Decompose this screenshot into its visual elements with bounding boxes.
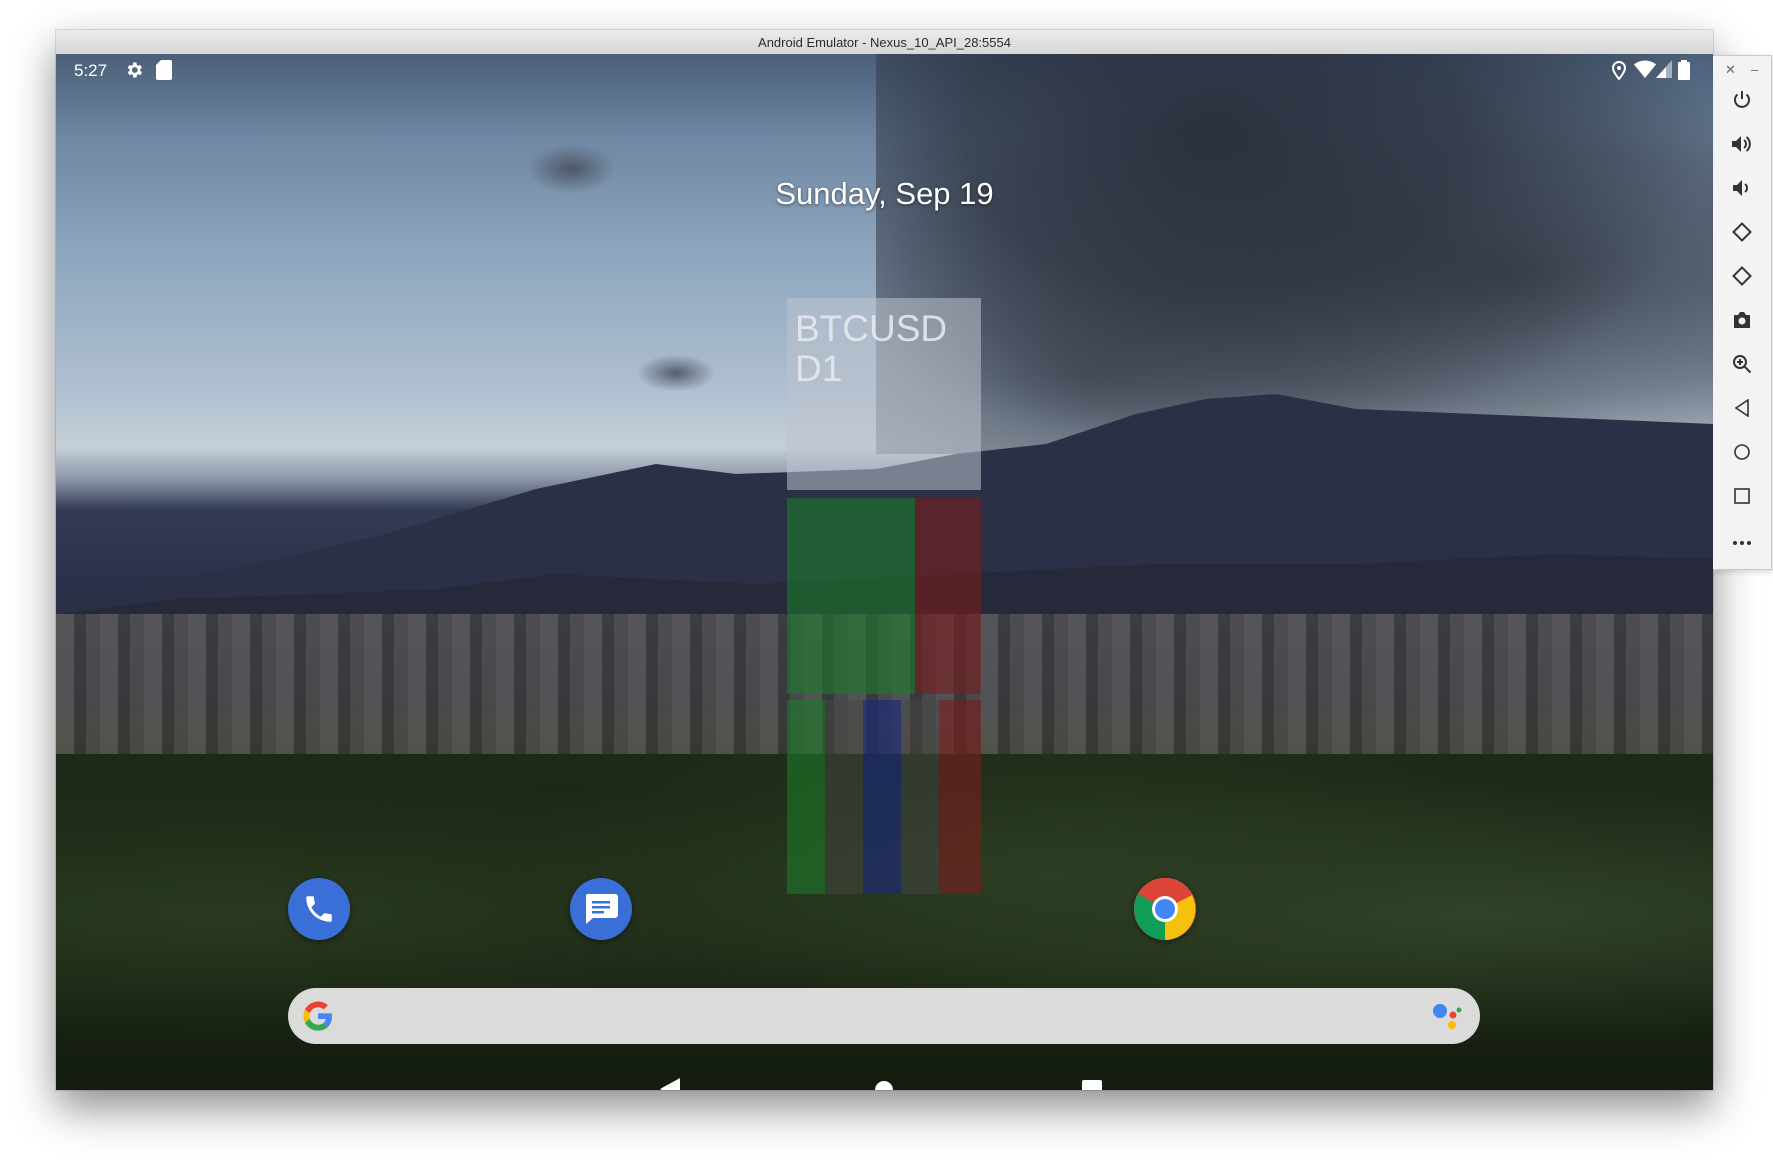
signal-icon [1656, 60, 1672, 83]
emulator-toolbar: ✕ – [1713, 55, 1772, 570]
screenshot-button[interactable] [1713, 304, 1771, 340]
widget-timeframe: D1 [795, 348, 843, 389]
back-icon [1734, 398, 1750, 422]
volume-up-button[interactable] [1713, 128, 1771, 164]
camera-icon [1732, 311, 1752, 334]
widget-symbol: BTCUSD [795, 308, 948, 349]
messages-app-icon[interactable] [570, 878, 632, 940]
rotate-left-button[interactable] [1713, 216, 1771, 252]
window-title: Android Emulator - Nexus_10_API_28:5554 [758, 34, 1011, 50]
rotate-right-button[interactable] [1713, 260, 1771, 296]
google-search-bar[interactable] [288, 988, 1480, 1044]
device-screen[interactable]: 5:27 Sunday, Sep 19 BTCUSD D1 [56, 54, 1713, 1090]
widget-bar-grey [825, 700, 863, 894]
home-date: Sunday, Sep 19 [775, 176, 994, 211]
nav-home-icon[interactable] [874, 1080, 894, 1090]
widget-bar-green [787, 498, 915, 694]
widget-bar-grey [901, 700, 939, 894]
location-icon [1611, 60, 1627, 85]
wifi-icon [1634, 60, 1656, 83]
emulator-window: Android Emulator - Nexus_10_API_28:5554 … [56, 30, 1713, 1090]
status-time: 5:27 [74, 61, 108, 80]
google-assistant-icon[interactable] [1432, 1002, 1462, 1035]
window-titlebar[interactable]: Android Emulator - Nexus_10_API_28:5554 [56, 30, 1713, 55]
phone-app-icon[interactable] [288, 878, 350, 940]
home-icon [1733, 443, 1751, 466]
navigation-bar [56, 1068, 1713, 1090]
power-icon [1732, 90, 1752, 115]
zoom-icon [1732, 354, 1752, 379]
sd-card-icon [156, 60, 172, 85]
widget-bar-blue [863, 700, 901, 894]
status-bar: 5:27 [56, 54, 1713, 86]
power-button[interactable] [1713, 84, 1771, 120]
volume-up-icon [1731, 134, 1753, 159]
zoom-button[interactable] [1713, 348, 1771, 384]
widget-label-panel: BTCUSD D1 [787, 298, 981, 490]
overview-button[interactable] [1713, 480, 1771, 516]
chrome-app-icon[interactable] [1134, 878, 1196, 940]
btcusd-chart-widget[interactable]: BTCUSD D1 [787, 298, 981, 894]
battery-icon [1678, 60, 1690, 85]
close-icon[interactable]: ✕ [1725, 62, 1736, 78]
google-g-icon [302, 1000, 334, 1037]
more-button[interactable] [1713, 524, 1771, 560]
settings-icon [124, 60, 144, 85]
rotate-right-icon [1731, 265, 1753, 292]
nav-back-icon[interactable] [660, 1078, 680, 1090]
widget-bar-green-small [787, 700, 825, 894]
more-icon [1732, 533, 1752, 551]
volume-down-button[interactable] [1713, 172, 1771, 208]
overview-icon [1734, 487, 1750, 509]
home-button[interactable] [1713, 436, 1771, 472]
widget-bar-red-small [939, 700, 981, 894]
volume-down-icon [1732, 178, 1752, 203]
nav-recents-icon[interactable] [1082, 1080, 1102, 1090]
widget-bar-red [915, 498, 981, 694]
minimize-icon[interactable]: – [1751, 62, 1758, 77]
back-button[interactable] [1713, 392, 1771, 428]
rotate-left-icon [1731, 221, 1753, 248]
